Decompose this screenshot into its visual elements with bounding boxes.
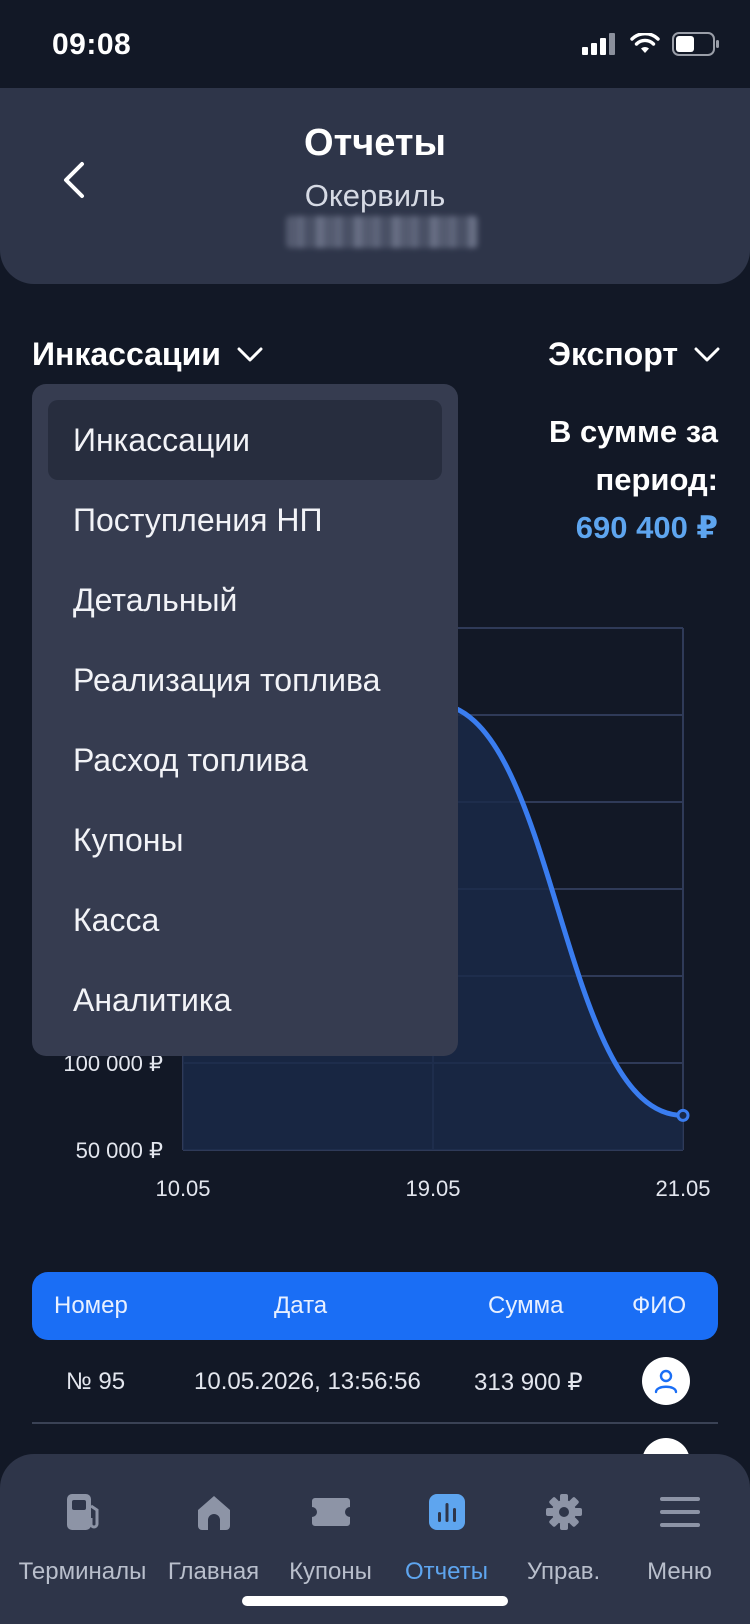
header: Отчеты Окервиль <box>0 88 750 284</box>
gear-icon <box>545 1494 582 1530</box>
column-sum: Сумма <box>488 1292 564 1319</box>
tab-home[interactable]: Главная <box>151 1454 276 1604</box>
chevron-down-icon <box>237 347 263 361</box>
report-type-select[interactable]: Инкассации <box>32 336 263 373</box>
user-icon <box>654 1369 678 1394</box>
tab-coupons[interactable]: Купоны <box>268 1454 393 1604</box>
column-fio: ФИО <box>632 1292 687 1319</box>
tab-label: Главная <box>167 1558 260 1585</box>
tab-label: Меню <box>647 1558 712 1585</box>
column-date: Дата <box>274 1292 328 1319</box>
row-date: 10.05.2026, 13:56:56 <box>194 1368 421 1395</box>
dropdown-item[interactable]: Купоны <box>48 800 442 880</box>
export-label: Экспорт <box>548 336 678 372</box>
chart-point <box>676 1108 690 1122</box>
table-header: Номер Дата Сумма ФИО <box>32 1272 718 1340</box>
tab-menu[interactable]: Меню <box>617 1454 742 1604</box>
dropdown-item[interactable]: Реализация топлива <box>48 640 442 720</box>
tab-label: Отчеты <box>405 1558 488 1585</box>
chart-x-tick-label: 10.05 <box>155 1176 210 1201</box>
status-icons <box>582 32 720 56</box>
redacted-address <box>286 216 478 248</box>
home-indicator <box>242 1596 508 1606</box>
user-avatar-button[interactable] <box>642 1357 690 1405</box>
row-number: № 95 <box>66 1368 126 1395</box>
station-name: Окервиль <box>304 178 446 213</box>
dropdown-item[interactable]: Детальный <box>48 560 442 640</box>
summary-value: 690 400 ₽ <box>575 510 718 545</box>
tab-label: Управ. <box>526 1558 601 1585</box>
chart-x-tick-label: 19.05 <box>405 1176 460 1201</box>
tab-label: Купоны <box>289 1558 372 1585</box>
row-sum: 313 900 ₽ <box>474 1369 583 1396</box>
export-select[interactable]: Экспорт <box>548 336 720 373</box>
page-title: Отчеты <box>304 122 446 164</box>
tab-label: Терминалы <box>18 1558 147 1585</box>
menu-icon <box>659 1497 700 1527</box>
dropdown-item[interactable]: Инкассации <box>48 400 442 480</box>
battery-icon <box>672 32 719 56</box>
fuel-pump-icon <box>66 1494 98 1530</box>
tab-management[interactable]: Управ. <box>501 1454 626 1604</box>
report-type-label: Инкассации <box>32 336 221 372</box>
status-time: 09:08 <box>52 28 132 61</box>
chart-x-labels: 10.05 19.05 21.05 <box>155 1176 710 1201</box>
dropdown-item[interactable]: Касса <box>48 880 442 960</box>
dropdown-item[interactable]: Поступления НП <box>48 480 442 560</box>
home-icon <box>197 1496 230 1530</box>
chart-y-labels: 50 000 ₽100 000 ₽ <box>63 1051 163 1163</box>
wifi-icon <box>630 33 660 53</box>
table-row[interactable]: № 95 10.05.2026, 13:56:56 313 900 ₽ <box>32 1340 718 1424</box>
chart-x-tick-label: 21.05 <box>655 1176 710 1201</box>
status-bar: 09:08 <box>0 0 750 88</box>
tab-reports[interactable]: Отчеты <box>384 1454 509 1604</box>
tab-terminals[interactable]: Терминалы <box>18 1454 147 1604</box>
dropdown-item[interactable]: Аналитика <box>48 960 442 1040</box>
column-number: Номер <box>54 1292 128 1319</box>
coupon-icon <box>311 1498 350 1526</box>
chart-icon <box>428 1494 465 1530</box>
chevron-down-icon <box>694 347 720 361</box>
dropdown-item[interactable]: Расход топлива <box>48 720 442 800</box>
period-summary: В сумме за период: 690 400 ₽ <box>498 408 718 552</box>
summary-label: В сумме за период: <box>548 414 718 497</box>
chart-y-tick-label: 50 000 ₽ <box>76 1138 163 1163</box>
report-type-dropdown: Инкассации Поступления НП Детальный Реализа… <box>32 384 458 1056</box>
signal-icon <box>582 33 615 55</box>
